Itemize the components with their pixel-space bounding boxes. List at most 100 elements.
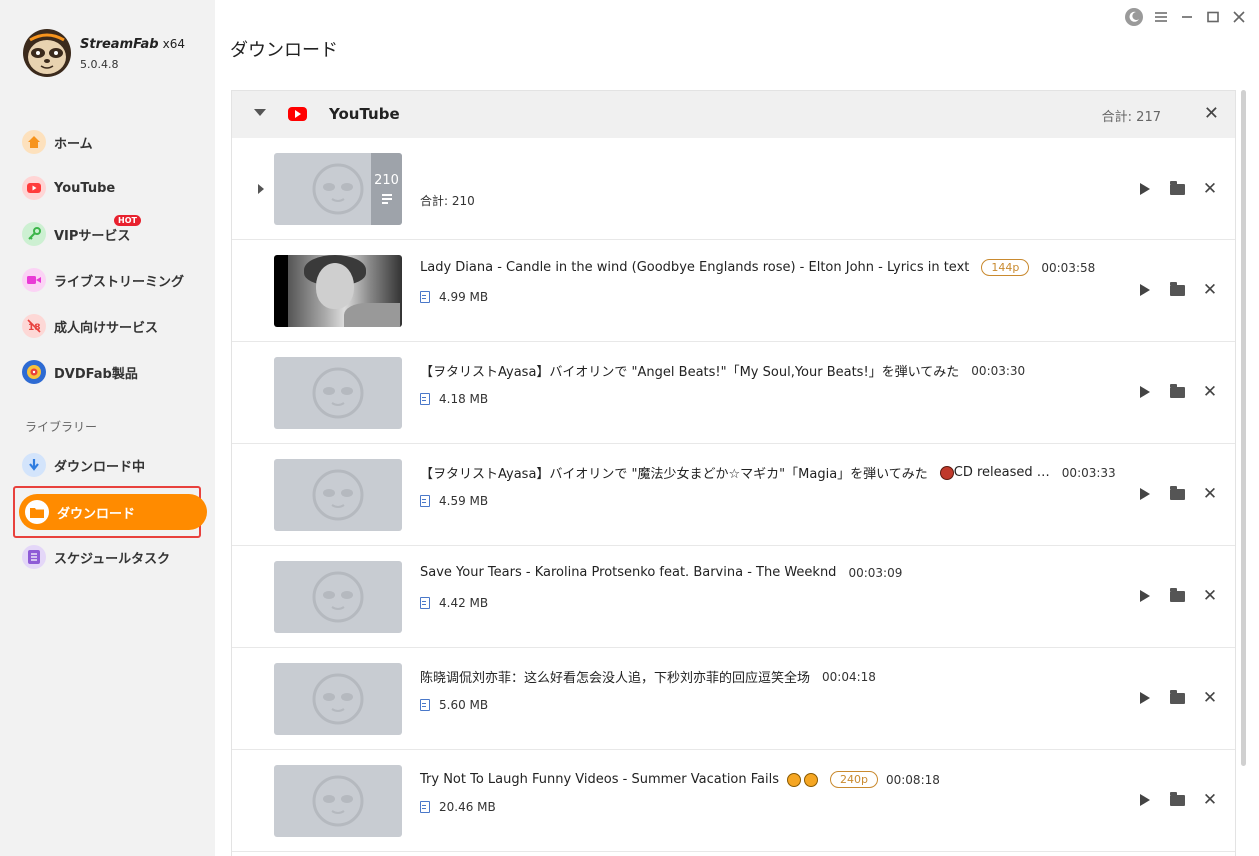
video-duration: 00:08:18	[885, 772, 940, 787]
open-folder-icon[interactable]	[1167, 586, 1187, 606]
sloth-placeholder-icon	[312, 673, 364, 725]
open-folder-icon[interactable]	[1167, 688, 1187, 708]
play-icon[interactable]	[1135, 280, 1155, 300]
app-version: 5.0.4.8	[80, 58, 119, 71]
laughing-emoji-icon	[804, 772, 818, 787]
file-size-value: 4.99 MB	[439, 290, 489, 304]
open-folder-icon[interactable]	[1167, 382, 1187, 402]
delete-icon[interactable]: ✕	[1200, 280, 1220, 300]
play-icon[interactable]	[1135, 179, 1155, 199]
menu-icon[interactable]	[1152, 8, 1170, 26]
devil-emoji-icon	[939, 465, 954, 480]
list-item[interactable]: 210 合計: 210 ✕	[232, 138, 1235, 240]
sidebar-item-live-streaming[interactable]: ライブストリーミング	[22, 267, 184, 293]
sidebar-item-downloading[interactable]: ダウンロード中	[22, 452, 145, 478]
play-icon[interactable]	[1135, 586, 1155, 606]
open-folder-icon[interactable]	[1167, 790, 1187, 810]
file-icon	[420, 801, 430, 813]
playlist-total: 合計: 210	[420, 194, 475, 208]
file-size: 5.60 MB	[420, 698, 488, 712]
collapse-toggle-icon[interactable]	[254, 109, 266, 116]
sidebar-item-adult[interactable]: 18 成人向けサービス	[22, 313, 158, 339]
video-title: 陈晓调侃刘亦菲：这么好看怎会没人追，下秒刘亦菲的回应逗笑全场	[420, 671, 811, 686]
video-title-line: Try Not To Laugh Funny Videos - Summer V…	[420, 771, 940, 788]
thumbnail-placeholder: 210	[274, 153, 402, 225]
group-header: YouTube 合計: 217 ✕	[232, 91, 1235, 138]
video-title-tail: CD released …	[953, 465, 1050, 480]
play-icon[interactable]	[1135, 382, 1155, 402]
open-folder-icon[interactable]	[1167, 179, 1187, 199]
group-total: 合計: 217	[1101, 110, 1161, 125]
thumbnail-placeholder	[274, 357, 402, 429]
maximize-icon[interactable]	[1204, 8, 1222, 26]
home-icon	[22, 130, 46, 154]
sidebar-item-label: ダウンロード中	[54, 459, 146, 475]
play-icon[interactable]	[1135, 790, 1155, 810]
resolution-badge: 144p	[981, 259, 1030, 276]
page-title: ダウンロード	[230, 40, 338, 61]
sidebar-item-vip[interactable]: VIPサービス HOT	[22, 215, 141, 247]
play-icon[interactable]	[1135, 688, 1155, 708]
close-window-icon[interactable]	[1230, 8, 1248, 26]
sidebar-item-label: ダウンロード	[57, 506, 136, 522]
file-icon	[420, 699, 430, 711]
video-thumbnail	[274, 255, 402, 327]
sidebar-item-downloaded[interactable]: ダウンロード	[19, 494, 207, 530]
video-title: 【ヲタリストAyasa】バイオリンで "魔法少女まどか☆マギカ"「Magia」を…	[420, 467, 928, 482]
list-item[interactable]: Save Your Tears - Karolina Protsenko fea…	[232, 546, 1235, 648]
close-group-icon[interactable]: ✕	[1204, 103, 1219, 124]
sloth-placeholder-icon	[312, 571, 364, 623]
folder-icon	[25, 500, 49, 524]
video-duration: 00:03:30	[971, 363, 1026, 378]
play-icon[interactable]	[1135, 484, 1155, 504]
schedule-list-icon	[22, 545, 46, 569]
scrollbar[interactable]	[1241, 90, 1246, 766]
list-item[interactable]: Try Not To Laugh Funny Videos - Summer V…	[232, 750, 1235, 852]
app-arch: x64	[162, 37, 185, 51]
sidebar-item-label: DVDFab製品	[54, 366, 138, 382]
video-title-line: 陈晓调侃刘亦菲：这么好看怎会没人追，下秒刘亦菲的回应逗笑全场 00:04:18	[420, 667, 876, 687]
video-title: 【ヲタリストAyasa】バイオリンで "Angel Beats!"「My Sou…	[420, 365, 960, 380]
sidebar-item-home[interactable]: ホーム	[22, 129, 93, 155]
video-title: Try Not To Laugh Funny Videos - Summer V…	[420, 772, 779, 787]
list-item[interactable]: Lady Diana - Candle in the wind (Goodbye…	[232, 240, 1235, 342]
video-title-line: Lady Diana - Candle in the wind (Goodbye…	[420, 259, 1095, 276]
theme-toggle-icon[interactable]	[1125, 8, 1143, 26]
file-size-value: 20.46 MB	[439, 800, 496, 814]
video-title: Lady Diana - Candle in the wind (Goodbye…	[420, 260, 970, 275]
delete-icon[interactable]: ✕	[1200, 179, 1220, 199]
thumbnail-placeholder	[274, 765, 402, 837]
expand-row-icon[interactable]	[258, 184, 264, 194]
sidebar-item-schedule[interactable]: スケジュールタスク	[22, 544, 170, 570]
sidebar-item-youtube[interactable]: YouTube	[22, 175, 115, 201]
download-arrow-icon	[22, 453, 46, 477]
youtube-icon	[22, 176, 46, 200]
resolution-badge: 240p	[830, 771, 878, 788]
thumbnail-placeholder	[274, 459, 402, 531]
youtube-icon	[288, 107, 307, 121]
list-item[interactable]: 陈晓调侃刘亦菲：这么好看怎会没人追，下秒刘亦菲的回应逗笑全场 00:04:18 …	[232, 648, 1235, 750]
sloth-placeholder-icon	[312, 163, 364, 215]
delete-icon[interactable]: ✕	[1200, 790, 1220, 810]
sloth-placeholder-icon	[312, 469, 364, 521]
delete-icon[interactable]: ✕	[1200, 382, 1220, 402]
open-folder-icon[interactable]	[1167, 280, 1187, 300]
sidebar-item-dvdfab[interactable]: DVDFab製品	[22, 359, 138, 385]
delete-icon[interactable]: ✕	[1200, 586, 1220, 606]
delete-icon[interactable]: ✕	[1200, 484, 1220, 504]
delete-icon[interactable]: ✕	[1200, 688, 1220, 708]
sidebar-item-label: ホーム	[54, 136, 93, 152]
file-size-value: 5.60 MB	[439, 698, 489, 712]
active-highlight: ダウンロード	[13, 486, 207, 538]
group-title: YouTube	[329, 105, 400, 123]
list-item[interactable]: 【ヲタリストAyasa】バイオリンで "Angel Beats!"「My Sou…	[232, 342, 1235, 444]
app-brand: StreamFab x64	[80, 37, 185, 52]
video-title-line: Save Your Tears - Karolina Protsenko fea…	[420, 565, 902, 580]
file-size: 20.46 MB	[420, 800, 496, 814]
list-item[interactable]: 【ヲタリストAyasa】バイオリンで "魔法少女まどか☆マギカ"「Magia」を…	[232, 444, 1235, 546]
open-folder-icon[interactable]	[1167, 484, 1187, 504]
sidebar-item-label: ライブストリーミング	[54, 274, 185, 290]
minimize-icon[interactable]	[1178, 8, 1196, 26]
sidebar-item-label: スケジュールタスク	[54, 551, 171, 567]
library-section-title: ライブラリー	[25, 420, 98, 434]
